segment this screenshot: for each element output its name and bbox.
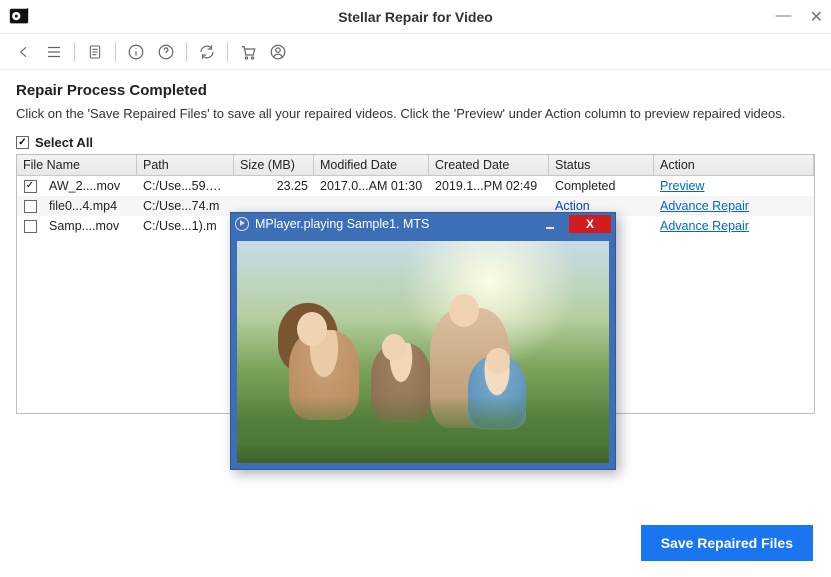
info-icon[interactable]: [122, 38, 150, 66]
page-heading: Repair Process Completed: [16, 82, 815, 99]
menu-icon[interactable]: [40, 38, 68, 66]
mplayer-window[interactable]: MPlayer.playing Sample1. MTS X: [230, 212, 616, 470]
row-checkbox[interactable]: [24, 200, 37, 213]
col-header-size[interactable]: Size (MB): [234, 155, 314, 175]
row-checkbox[interactable]: [24, 180, 37, 193]
window-controls: — ✕: [776, 7, 823, 27]
row-checkbox[interactable]: [24, 220, 37, 233]
cell-name: Samp....mov: [43, 217, 137, 235]
table-row[interactable]: AW_2....mov C:/Use...59.mov 23.25 2017.0…: [17, 176, 814, 196]
video-preview: [237, 241, 609, 463]
cell-created: [429, 204, 549, 208]
cell-path: C:/Use...59.mov: [137, 177, 234, 195]
cell-path: C:/Use...74.m: [137, 197, 234, 215]
cell-modified: [314, 204, 429, 208]
select-all-checkbox[interactable]: [16, 136, 29, 149]
mplayer-close-button[interactable]: X: [569, 215, 611, 233]
window-title: Stellar Repair for Video: [338, 9, 493, 25]
refresh-icon[interactable]: [193, 38, 221, 66]
title-bar: Stellar Repair for Video — ✕: [0, 0, 831, 34]
save-repaired-files-button[interactable]: Save Repaired Files: [641, 525, 813, 561]
action-link-advance-repair[interactable]: Advance Repair: [660, 219, 749, 233]
close-button[interactable]: ✕: [810, 7, 823, 27]
separator: [74, 42, 75, 62]
help-icon[interactable]: [152, 38, 180, 66]
mplayer-app-icon: [235, 217, 249, 231]
select-all-label: Select All: [35, 135, 93, 150]
notes-icon[interactable]: [81, 38, 109, 66]
col-header-created[interactable]: Created Date: [429, 155, 549, 175]
col-header-action[interactable]: Action: [654, 155, 814, 175]
user-icon[interactable]: [264, 38, 292, 66]
cell-size: [234, 204, 314, 208]
cell-modified: 2017.0...AM 01:30: [314, 177, 429, 195]
col-header-name[interactable]: File Name: [17, 155, 137, 175]
separator: [115, 42, 116, 62]
mplayer-title-bar[interactable]: MPlayer.playing Sample1. MTS X: [231, 213, 615, 235]
cell-name: file0...4.mp4: [43, 197, 137, 215]
table-header: File Name Path Size (MB) Modified Date C…: [17, 155, 814, 176]
mplayer-minimize-button[interactable]: [537, 215, 563, 233]
app-logo-icon: [8, 6, 30, 28]
minimize-button[interactable]: —: [776, 7, 792, 27]
cell-path: C:/Use...1).m: [137, 217, 234, 235]
select-all-row[interactable]: Select All: [16, 135, 815, 150]
cart-icon[interactable]: [234, 38, 262, 66]
separator: [186, 42, 187, 62]
separator: [227, 42, 228, 62]
mplayer-title: MPlayer.playing Sample1. MTS: [255, 217, 531, 231]
page-subtext: Click on the 'Save Repaired Files' to sa…: [16, 105, 815, 123]
cell-size: 23.25: [234, 177, 314, 195]
toolbar: [0, 34, 831, 70]
action-link-advance-repair[interactable]: Advance Repair: [660, 199, 749, 213]
cell-status: Completed: [549, 177, 654, 195]
action-link-preview[interactable]: Preview: [660, 179, 704, 193]
col-header-path[interactable]: Path: [137, 155, 234, 175]
cell-name: AW_2....mov: [43, 177, 137, 195]
col-header-status[interactable]: Status: [549, 155, 654, 175]
mplayer-body: [231, 235, 615, 469]
back-icon[interactable]: [10, 38, 38, 66]
cell-created: 2019.1...PM 02:49: [429, 177, 549, 195]
col-header-modified[interactable]: Modified Date: [314, 155, 429, 175]
